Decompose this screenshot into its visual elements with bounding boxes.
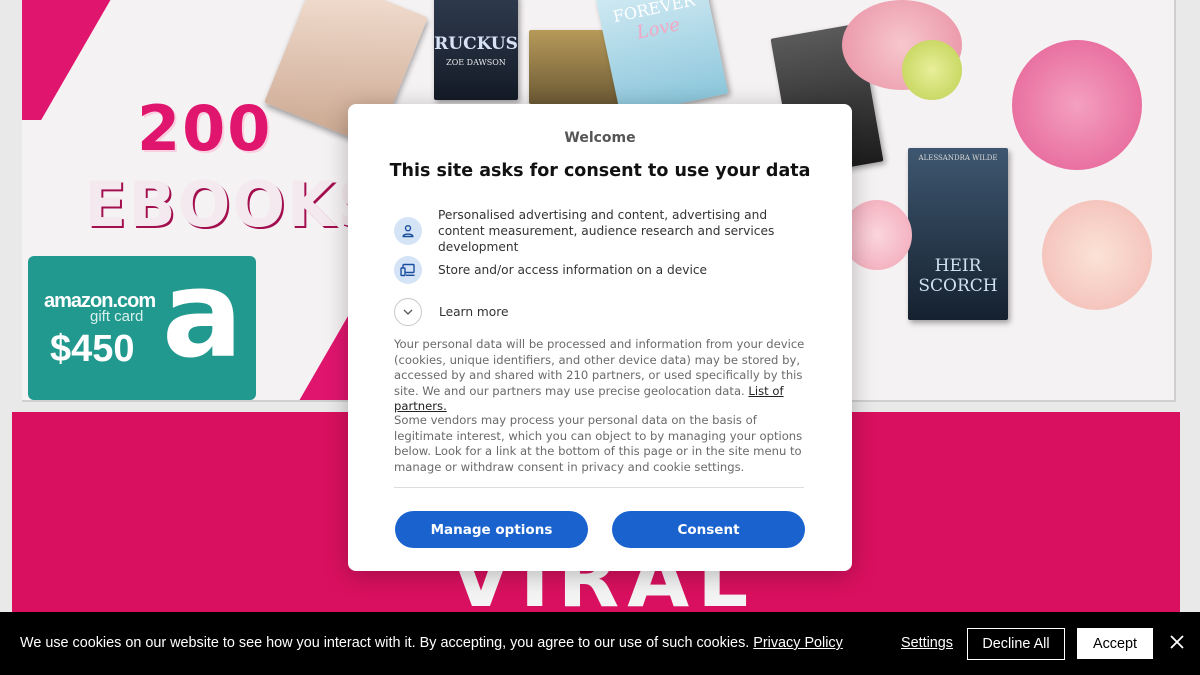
cookie-message: We use cookies on our website to see how… xyxy=(20,635,843,651)
chevron-down-icon[interactable] xyxy=(394,298,422,326)
dialog-heading: This site asks for consent to use your d… xyxy=(389,161,811,181)
cookie-bar: We use cookies on our website to see how… xyxy=(0,612,1200,675)
learn-more-label[interactable]: Learn more xyxy=(439,304,509,320)
privacy-policy-link[interactable]: Privacy Policy xyxy=(753,635,843,651)
cookie-settings-link[interactable]: Settings xyxy=(901,635,953,651)
dialog-welcome: Welcome xyxy=(564,130,636,146)
learn-more-toggle[interactable]: Learn more xyxy=(394,298,814,326)
purpose-text: Store and/or access information on a dev… xyxy=(438,263,708,277)
person-icon xyxy=(394,217,422,245)
consent-paragraph-data: Your personal data will be processed and… xyxy=(394,337,806,415)
consent-paragraph-vendors: Some vendors may process your personal d… xyxy=(394,413,803,474)
purpose-advertising: Personalised advertising and content, ad… xyxy=(394,207,814,255)
paragraph-text: Your personal data will be processed and… xyxy=(394,337,805,398)
purpose-text: Personalised advertising and content, ad… xyxy=(438,208,775,254)
purpose-storage: Store and/or access information on a dev… xyxy=(394,256,814,284)
consent-button[interactable]: Consent xyxy=(612,511,805,548)
cookie-message-text: We use cookies on our website to see how… xyxy=(20,635,750,651)
decline-all-button[interactable]: Decline All xyxy=(967,628,1065,660)
dialog-divider xyxy=(394,487,804,488)
accept-button[interactable]: Accept xyxy=(1077,628,1153,659)
close-icon[interactable] xyxy=(1167,632,1187,652)
devices-icon xyxy=(394,256,422,284)
consent-dialog: Welcome This site asks for consent to us… xyxy=(348,104,852,571)
manage-options-button[interactable]: Manage options xyxy=(395,511,588,548)
